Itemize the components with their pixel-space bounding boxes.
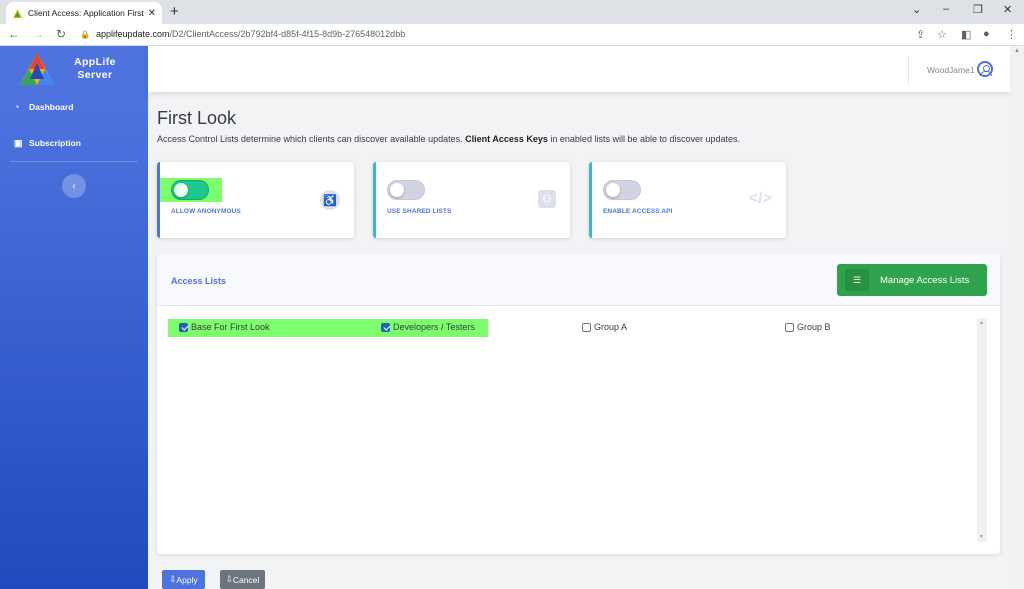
list-item-label: Group B xyxy=(797,322,831,332)
sidebar-item-label: Dashboard xyxy=(29,102,74,112)
card-label: ENABLE ACCESS API xyxy=(603,208,673,215)
checkbox[interactable] xyxy=(582,322,591,332)
brand-line1: AppLife xyxy=(74,56,116,68)
page-title: First Look xyxy=(157,108,237,128)
page-scrollbar[interactable]: ▲ xyxy=(1010,46,1024,589)
apply-label: Apply xyxy=(176,574,198,585)
scroll-up-icon[interactable]: ▲ xyxy=(1014,48,1020,54)
tab-search-icon[interactable]: ⌄ xyxy=(912,3,921,16)
enable-access-api-toggle[interactable] xyxy=(603,180,641,200)
topbar: WoodJame1 xyxy=(148,46,1010,92)
user-avatar-icon[interactable] xyxy=(977,61,993,77)
list-item-base-for-first-look[interactable]: Base For First Look xyxy=(179,322,270,332)
back-icon[interactable]: ← xyxy=(8,27,20,41)
card-accent xyxy=(373,162,376,238)
list-item-developers-testers[interactable]: Developers / Testers xyxy=(381,322,475,332)
url-path: /D2/ClientAccess/2b792bf4-d85f-4f15-8d9b… xyxy=(169,29,406,39)
card-accent xyxy=(589,162,592,238)
sidebar-item-dashboard[interactable]: ◔ Dashboard xyxy=(0,89,148,125)
scroll-down-icon[interactable]: ▼ xyxy=(979,534,984,540)
reload-icon[interactable]: ↻ xyxy=(56,27,66,41)
upload-icon: ⇩ xyxy=(169,574,177,584)
code-icon: </> xyxy=(748,190,772,207)
tab-close-icon[interactable]: ✕ xyxy=(148,8,156,19)
scroll-up-icon[interactable]: ▲ xyxy=(979,320,984,326)
access-lists-panel: Access Lists ☰ Manage Access Lists Base … xyxy=(157,254,1000,554)
list-item-group-a[interactable]: Group A xyxy=(582,322,627,332)
upload-icon: ⇩ xyxy=(225,574,233,584)
accessibility-icon: ♿ xyxy=(320,190,340,210)
panel-title: Access Lists xyxy=(171,276,227,286)
url-field[interactable]: 🔒 applifeupdate.com/D2/ClientAccess/2b79… xyxy=(80,29,405,39)
subscription-icon: ▣ xyxy=(14,137,23,148)
card-label: ALLOW ANONYMOUS xyxy=(171,208,241,215)
list-item-label: Group A xyxy=(594,322,628,332)
manage-access-lists-button[interactable]: ☰ Manage Access Lists xyxy=(837,264,987,296)
close-window-icon[interactable]: ✕ xyxy=(1003,3,1012,16)
card-use-shared-lists: USE SHARED LISTS ⚇ xyxy=(373,162,570,238)
list-icon: ☰ xyxy=(845,269,869,291)
list-item-group-b[interactable]: Group B xyxy=(785,322,831,332)
cancel-button[interactable]: ⇩ Cancel xyxy=(220,570,265,589)
sidebar: AppLife Server ◔ Dashboard ▣ Subscriptio… xyxy=(0,46,148,589)
browser-tabstrip: Client Access: Application First Lo ✕ + … xyxy=(0,0,1024,24)
new-tab-button[interactable]: + xyxy=(170,3,179,20)
topbar-divider xyxy=(908,56,909,84)
list-item-label: Base For First Look xyxy=(191,322,270,332)
list-scrollbar[interactable]: ▲ ▼ xyxy=(977,318,987,542)
browser-tab[interactable]: Client Access: Application First Lo ✕ xyxy=(6,2,162,24)
list-item-label: Developers / Testers xyxy=(393,322,475,332)
brand[interactable]: AppLife Server xyxy=(0,46,148,92)
bookmark-star-icon[interactable]: ☆ xyxy=(937,28,947,41)
user-name[interactable]: WoodJame1 xyxy=(927,65,975,75)
url-host: applifeupdate.com xyxy=(95,29,170,39)
use-shared-lists-toggle[interactable] xyxy=(387,180,425,200)
page-description-text-end: in enabled lists will be able to discove… xyxy=(550,134,741,144)
checkbox[interactable] xyxy=(785,322,794,332)
manage-access-lists-label: Manage Access Lists xyxy=(880,274,970,286)
page-description-text: Access Control Lists determine which cli… xyxy=(157,134,463,144)
browser-menu-icon[interactable]: ⋮ xyxy=(1006,28,1017,41)
gauge-icon: ◔ xyxy=(14,102,20,112)
apply-button[interactable]: ⇩ Apply xyxy=(162,570,205,589)
profile-icon[interactable]: ● xyxy=(983,28,990,40)
checkbox[interactable] xyxy=(179,322,188,332)
address-bar: ← → ↻ 🔒 applifeupdate.com/D2/ClientAcces… xyxy=(0,24,1024,46)
page-description: Access Control Lists determine which cli… xyxy=(157,134,740,144)
cancel-label: Cancel xyxy=(232,574,260,585)
brand-line2: Server xyxy=(77,69,113,81)
card-enable-access-api: ENABLE ACCESS API </> xyxy=(589,162,786,238)
forward-icon[interactable]: → xyxy=(32,27,44,41)
sidebar-item-subscription[interactable]: ▣ Subscription xyxy=(0,125,148,161)
card-allow-anonymous: ALLOW ANONYMOUS ♿ xyxy=(157,162,354,238)
share-icon[interactable]: ⇪ xyxy=(916,28,925,41)
brand-name: AppLife Server xyxy=(74,56,116,82)
lock-icon: 🔒 xyxy=(80,29,90,39)
sidebar-item-label: Subscription xyxy=(29,138,81,148)
shared-icon: ⚇ xyxy=(538,190,556,208)
sidebar-divider xyxy=(10,161,138,162)
side-panel-icon[interactable]: ◧ xyxy=(961,28,971,41)
card-label: USE SHARED LISTS xyxy=(387,208,452,215)
allow-anonymous-toggle[interactable] xyxy=(171,180,209,200)
checkbox[interactable] xyxy=(381,322,390,332)
sidebar-toggle-button[interactable]: ‹ xyxy=(62,174,86,198)
maximize-icon[interactable]: ❐ xyxy=(973,3,983,16)
applife-logo-icon xyxy=(20,53,54,85)
tab-title: Client Access: Application First Lo xyxy=(28,8,144,18)
applife-favicon-icon xyxy=(12,8,23,18)
page-description-bold: Client Access Keys xyxy=(465,134,548,144)
panel-header: Access Lists ☰ Manage Access Lists xyxy=(157,254,1000,306)
minimize-icon[interactable]: – xyxy=(943,3,949,15)
